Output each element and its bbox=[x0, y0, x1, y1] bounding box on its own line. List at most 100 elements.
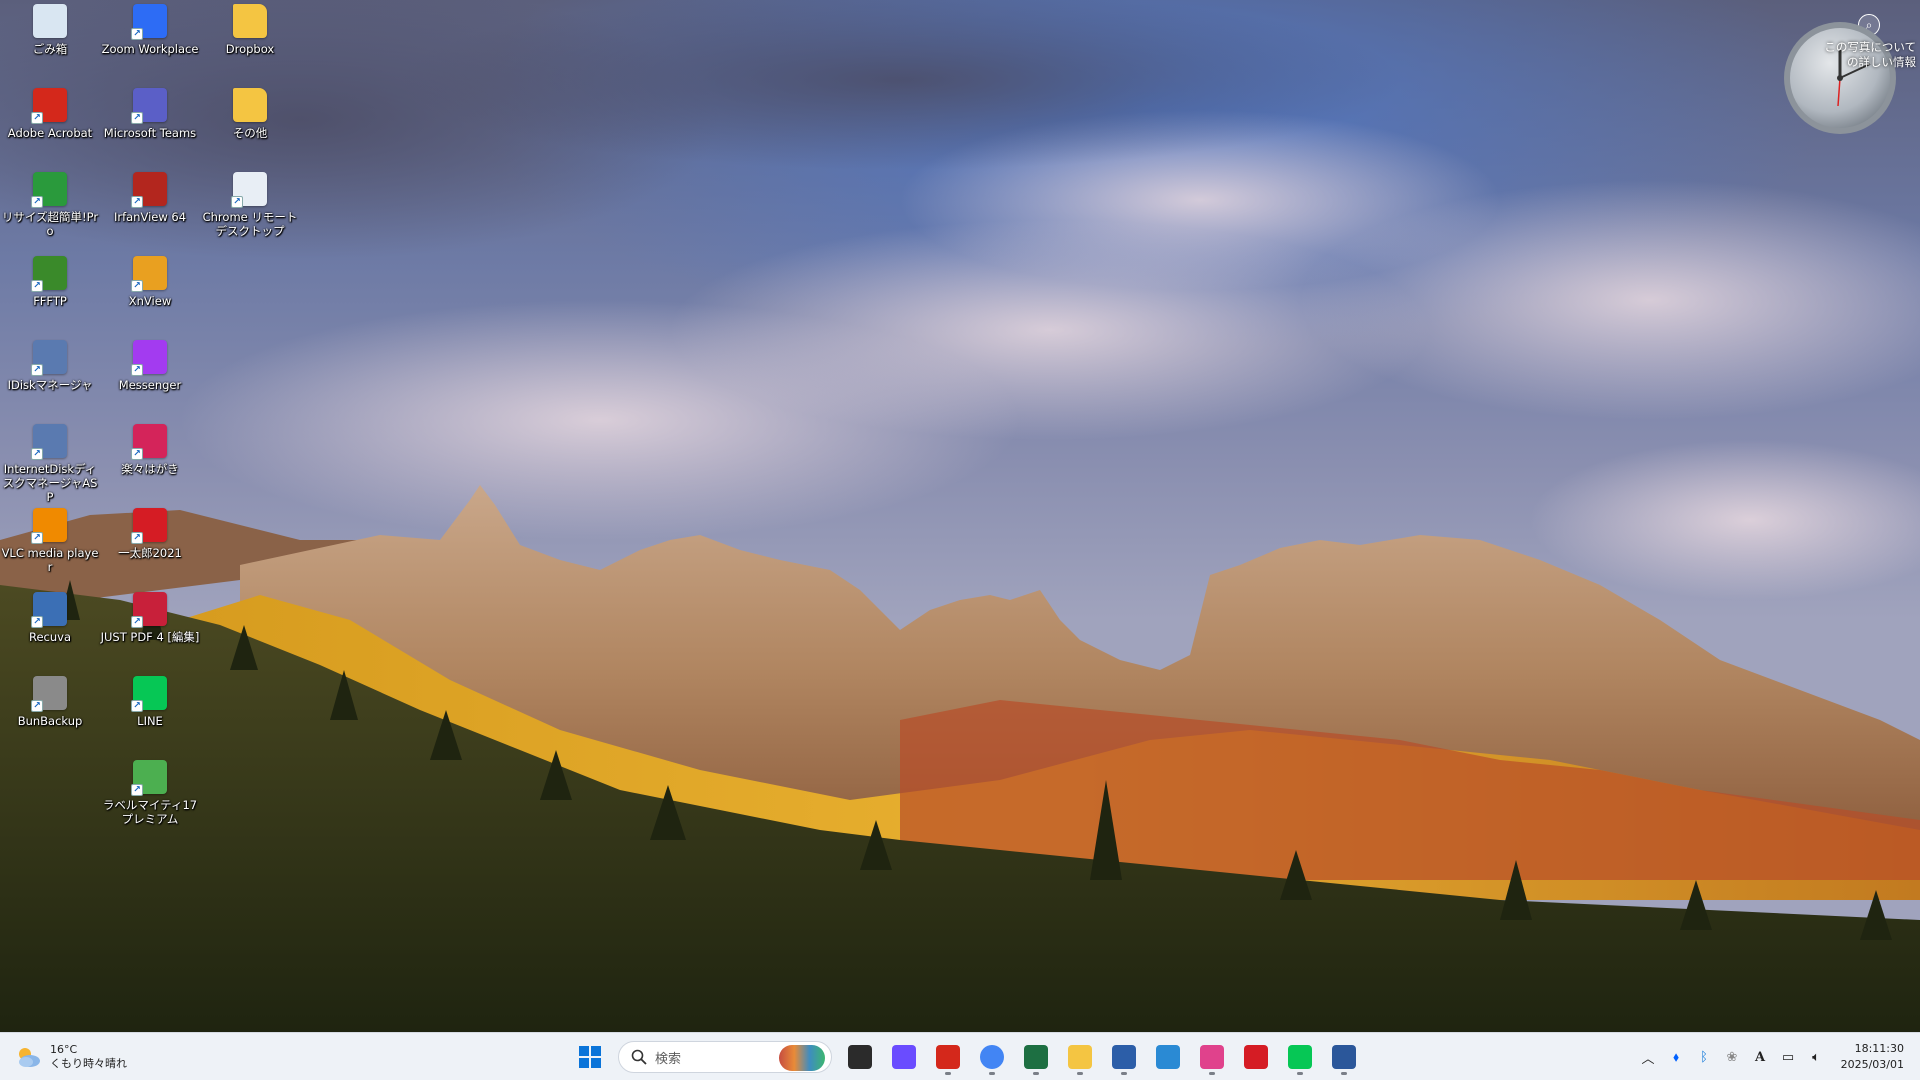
weather-widget[interactable]: 16°C くもり時々晴れ bbox=[14, 1039, 127, 1075]
system-tray: ︿ ⬧ ᛒ ❀ A ▭ 🔈︎ 18:11:30 2025/03/01 bbox=[1634, 1033, 1920, 1080]
desktop-icon[interactable]: その他 bbox=[200, 88, 300, 168]
desktop-icon-label: VLC media player bbox=[1, 546, 99, 574]
desktop-icon-label: ラベルマイティ17 プレミアム bbox=[102, 798, 198, 826]
taskbar-app-word[interactable] bbox=[1324, 1037, 1364, 1077]
desktop-icon-label: Recuva bbox=[28, 630, 71, 644]
desktop-icon-label: Dropbox bbox=[225, 42, 275, 56]
taskbar-app-file-explorer[interactable] bbox=[1060, 1037, 1100, 1077]
desktop-icon[interactable]: ↗ JUST PDF 4 [編集] bbox=[100, 592, 200, 672]
resize-pro-icon: ↗ bbox=[31, 172, 67, 208]
shortcut-arrow-icon: ↗ bbox=[131, 196, 143, 208]
taskbar-app-copilot[interactable] bbox=[884, 1037, 924, 1077]
desktop-icon-label: FFFTP bbox=[33, 294, 67, 308]
taskbar-search-box[interactable]: 検索 bbox=[618, 1041, 832, 1073]
taskbar: 16°C くもり時々晴れ 検索 ︿ ⬧ ᛒ ❀ A ▭ 🔈︎ 18:11:30 … bbox=[0, 1032, 1920, 1080]
label-mighty-icon: ↗ bbox=[131, 760, 167, 796]
recycle-bin-icon bbox=[33, 4, 67, 38]
taskbar-app-line[interactable] bbox=[1280, 1037, 1320, 1077]
tray-app-icon[interactable]: ❀ bbox=[1718, 1033, 1746, 1080]
desktop-icon[interactable]: ↗ XnView bbox=[100, 256, 200, 336]
desktop-icon-label: Messenger bbox=[118, 378, 182, 392]
desktop-icon[interactable]: ↗ 一太郎2021 bbox=[100, 508, 200, 588]
bunbackup-icon: ↗ bbox=[31, 676, 67, 712]
desktop-icon[interactable]: Dropbox bbox=[200, 4, 300, 84]
windows-logo-icon bbox=[579, 1046, 601, 1068]
taskbar-clock[interactable]: 18:11:30 2025/03/01 bbox=[1830, 1041, 1920, 1073]
desktop-icon[interactable]: ↗ LINE bbox=[100, 676, 200, 756]
desktop-icon-label: IDiskマネージャ bbox=[7, 378, 93, 392]
copilot-icon bbox=[892, 1045, 916, 1069]
desktop-icon[interactable]: ↗ Microsoft Teams bbox=[100, 88, 200, 168]
taskbar-app-shuwa[interactable] bbox=[1104, 1037, 1144, 1077]
desktop-icon[interactable]: ↗ InternetDiskディスクマネージャASP bbox=[0, 424, 100, 504]
ime-indicator[interactable]: A bbox=[1746, 1033, 1774, 1080]
desktop-icon-label: 楽々はがき bbox=[121, 462, 179, 476]
idisk-manager-icon: ↗ bbox=[31, 340, 67, 376]
volume-icon[interactable]: 🔈︎ bbox=[1802, 1033, 1830, 1080]
taskbar-app-excel[interactable] bbox=[1016, 1037, 1056, 1077]
desktop-icon[interactable]: ↗ FFFTP bbox=[0, 256, 100, 336]
shortcut-arrow-icon: ↗ bbox=[131, 448, 143, 460]
chrome-remote-desktop-icon: ↗ bbox=[231, 172, 267, 208]
line-icon: ↗ bbox=[131, 676, 167, 712]
shortcut-arrow-icon: ↗ bbox=[31, 112, 43, 124]
shortcut-arrow-icon: ↗ bbox=[131, 280, 143, 292]
desktop-icon[interactable]: ↗ Messenger bbox=[100, 340, 200, 420]
taskbar-app-cc3[interactable] bbox=[1148, 1037, 1188, 1077]
desktop-icon-label: InternetDiskディスクマネージャASP bbox=[2, 462, 98, 504]
dropbox-tray-icon[interactable]: ⬧ bbox=[1662, 1033, 1690, 1080]
just-pdf-icon: ↗ bbox=[131, 592, 167, 628]
desktop-icon[interactable]: ごみ箱 bbox=[0, 4, 100, 84]
desktop-icon[interactable]: ↗ IrfanView 64 bbox=[100, 172, 200, 252]
shortcut-arrow-icon: ↗ bbox=[31, 364, 43, 376]
desktop-icon-label: LINE bbox=[137, 714, 163, 728]
partly-cloudy-icon bbox=[19, 1048, 40, 1067]
zoom-icon: ↗ bbox=[131, 4, 167, 40]
desktop-icon[interactable]: ↗ IDiskマネージャ bbox=[0, 340, 100, 420]
desktop-icon-label: XnView bbox=[128, 294, 172, 308]
paint-app-icon bbox=[1200, 1045, 1224, 1069]
cc3-icon bbox=[1156, 1045, 1180, 1069]
taskbar-center: 検索 bbox=[568, 1037, 1366, 1077]
messenger-icon: ↗ bbox=[131, 340, 167, 376]
desktop-icon-label: ごみ箱 bbox=[32, 42, 68, 56]
ichitaro-icon bbox=[1244, 1045, 1268, 1069]
desktop-icon[interactable]: ↗ VLC media player bbox=[0, 508, 100, 588]
desktop-icon-label: Microsoft Teams bbox=[103, 126, 197, 140]
start-button[interactable] bbox=[570, 1037, 610, 1077]
desktop-icon[interactable]: ↗ Chrome リモートデスクトップ bbox=[200, 172, 300, 252]
network-icon[interactable]: ▭ bbox=[1774, 1033, 1802, 1080]
taskbar-app-acrobat[interactable] bbox=[928, 1037, 968, 1077]
shortcut-arrow-icon: ↗ bbox=[31, 532, 43, 544]
bluetooth-icon[interactable]: ᛒ bbox=[1690, 1033, 1718, 1080]
taskbar-app-chrome[interactable] bbox=[972, 1037, 1012, 1077]
shortcut-arrow-icon: ↗ bbox=[31, 196, 43, 208]
desktop-icon[interactable]: ↗ BunBackup bbox=[0, 676, 100, 756]
desktop-icon-label: 一太郎2021 bbox=[118, 546, 182, 560]
shortcut-arrow-icon: ↗ bbox=[31, 448, 43, 460]
shortcut-arrow-icon: ↗ bbox=[231, 196, 243, 208]
desktop-icon-label: リサイズ超簡単!Pro bbox=[1, 210, 99, 238]
taskbar-app-ichitaro[interactable] bbox=[1236, 1037, 1276, 1077]
desktop-icon[interactable]: ↗ ラベルマイティ17 プレミアム bbox=[100, 760, 200, 840]
photo-info-link[interactable]: この写真についての詳しい情報 bbox=[1816, 40, 1916, 70]
shuwa-icon bbox=[1112, 1045, 1136, 1069]
desktop-icon[interactable]: ↗ Zoom Workplace bbox=[100, 4, 200, 84]
desktop-icon-label: JUST PDF 4 [編集] bbox=[100, 630, 200, 644]
weather-temperature: 16°C bbox=[50, 1043, 78, 1056]
desktop-icon-label: Zoom Workplace bbox=[101, 42, 199, 56]
desktop-icon[interactable]: ↗ Adobe Acrobat bbox=[0, 88, 100, 168]
clock-gadget[interactable] bbox=[1782, 20, 1898, 136]
clock-date: 2025/03/01 bbox=[1840, 1058, 1904, 1071]
taskbar-app-paint-app[interactable] bbox=[1192, 1037, 1232, 1077]
taskbar-app-task-view[interactable] bbox=[840, 1037, 880, 1077]
ichitaro-icon: ↗ bbox=[131, 508, 167, 544]
desktop-icon[interactable]: ↗ リサイズ超簡単!Pro bbox=[0, 172, 100, 252]
shortcut-arrow-icon: ↗ bbox=[131, 28, 143, 40]
desktop-icon[interactable]: ↗ 楽々はがき bbox=[100, 424, 200, 504]
show-hidden-icons-chevron-icon[interactable]: ︿ bbox=[1634, 1033, 1662, 1080]
shortcut-arrow-icon: ↗ bbox=[131, 784, 143, 796]
internetdisk-icon: ↗ bbox=[31, 424, 67, 460]
desktop-icon[interactable]: ↗ Recuva bbox=[0, 592, 100, 672]
shortcut-arrow-icon: ↗ bbox=[31, 616, 43, 628]
